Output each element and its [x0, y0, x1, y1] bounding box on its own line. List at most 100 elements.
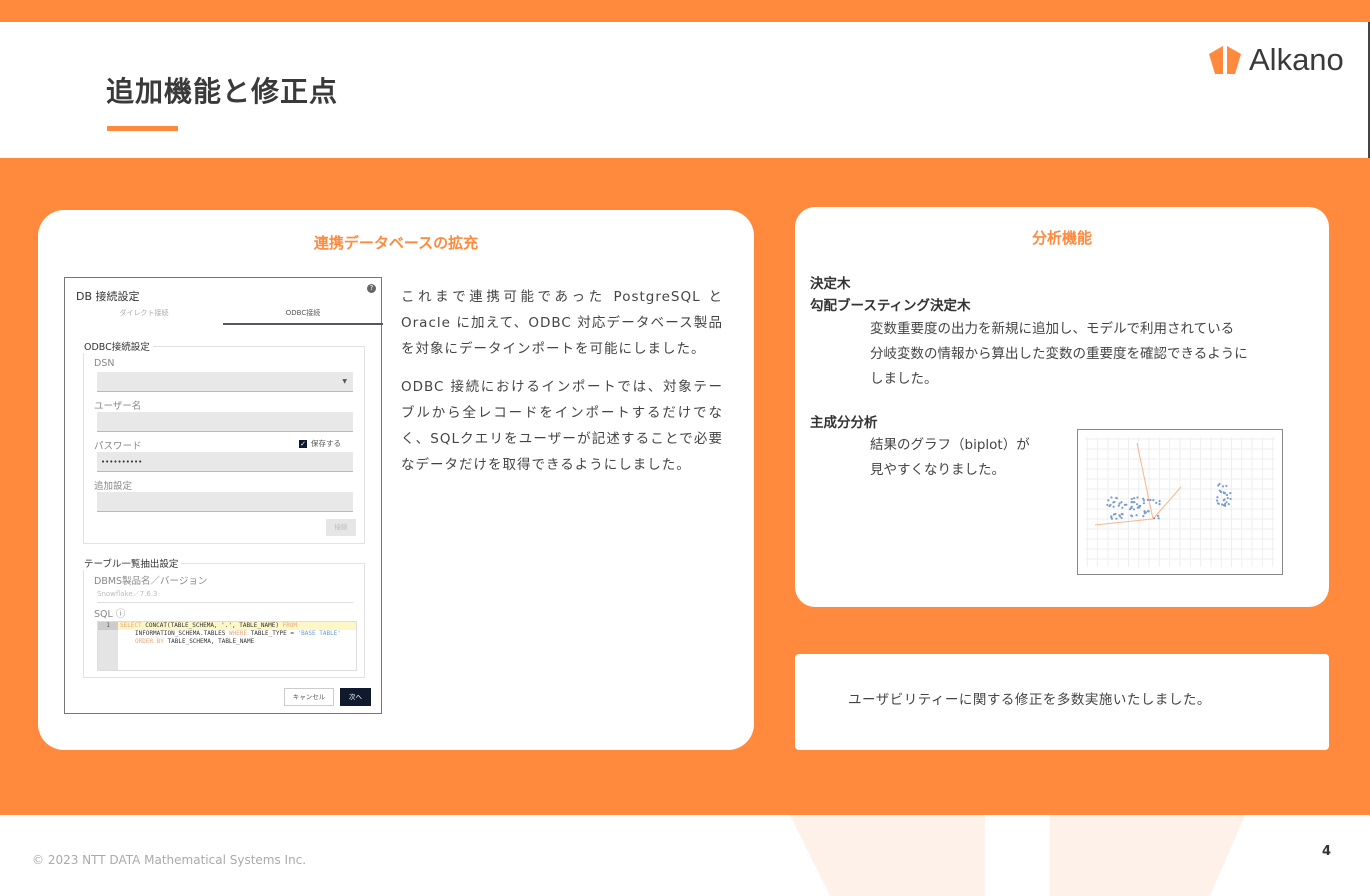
- biplot-point: [1121, 506, 1124, 509]
- biplot-point: [1142, 515, 1145, 518]
- sql-line-2: INFORMATION_SCHEMA.TABLES WHERE TABLE_TY…: [135, 630, 341, 637]
- biplot-point: [1218, 489, 1221, 492]
- username-input[interactable]: [97, 412, 353, 432]
- dialog-title: DB 接続設定: [76, 290, 140, 303]
- biplot-point: [1225, 484, 1228, 487]
- biplot-point: [1115, 496, 1118, 499]
- dsn-select[interactable]: ▼: [97, 372, 353, 392]
- database-card: 連携データベースの拡充 DB 接続設定 ? ダイレクト接続 ODBC接続 ODB…: [38, 210, 754, 750]
- biplot-point: [1130, 497, 1133, 501]
- biplot-point: [1130, 515, 1134, 518]
- title-underline: [107, 126, 178, 131]
- biplot-point: [1130, 505, 1133, 508]
- usability-card: ユーザビリティーに関する修正を多数実施いたしました。: [795, 654, 1329, 750]
- sql-line-3: ORDER BY TABLE_SCHEMA, TABLE_NAME: [135, 638, 255, 645]
- next-button[interactable]: 次へ: [340, 688, 371, 706]
- biplot-point: [1135, 514, 1138, 517]
- biplot-point: [1156, 514, 1160, 518]
- biplot-point: [1227, 503, 1230, 506]
- save-label: 保存する: [311, 439, 341, 448]
- biplot-point: [1110, 517, 1114, 520]
- biplot-point: [1225, 493, 1229, 497]
- analysis-card: 分析機能 決定木 勾配ブースティング決定木 変数重要度の出力を新規に追加し、モデ…: [795, 207, 1329, 607]
- footer: © 2023 NTT DATA Mathematical Systems Inc…: [0, 815, 1370, 896]
- chevron-down-icon: ▼: [342, 378, 347, 385]
- biplot-point: [1110, 496, 1113, 499]
- biplot-point: [1217, 502, 1220, 505]
- biplot-point: [1117, 504, 1120, 507]
- biplot-point: [1224, 504, 1227, 507]
- biplot-point: [1221, 485, 1225, 488]
- biplot-point: [1123, 503, 1126, 506]
- info-icon: ⓘ: [115, 609, 126, 620]
- extra-settings-label: 追加設定: [94, 481, 133, 492]
- connect-button[interactable]: 接続: [326, 519, 356, 536]
- biplot-point: [1118, 502, 1121, 505]
- tab-direct[interactable]: ダイレクト接続: [65, 308, 223, 318]
- biplot-point: [1107, 499, 1110, 502]
- card-title: 分析機能: [1031, 229, 1092, 247]
- table-section-label: テーブル一覧抽出設定: [81, 556, 182, 570]
- biplot-point: [1144, 511, 1147, 514]
- biplot-point: [1112, 505, 1115, 508]
- slide-header: 追加機能と修正点 Alkano: [0, 22, 1370, 158]
- biplot-point: [1106, 503, 1109, 507]
- biplot-point: [1118, 514, 1121, 517]
- top-band: [0, 0, 1370, 22]
- biplot-point: [1142, 499, 1146, 502]
- dbms-value: Snowflake／7.6.3: [97, 589, 353, 603]
- tab-odbc[interactable]: ODBC接続: [223, 308, 383, 325]
- biplot-point: [1113, 500, 1116, 504]
- biplot-point: [1225, 501, 1228, 504]
- biplot-point: [1223, 492, 1227, 495]
- biplot-point: [1132, 508, 1136, 511]
- dbms-label: DBMS製品名／バージョン: [94, 576, 208, 587]
- biplot-point: [1149, 498, 1152, 502]
- biplot-point: [1138, 506, 1141, 509]
- biplot-point: [1135, 503, 1139, 506]
- biplot-point: [1223, 498, 1226, 501]
- pca-heading: 主成分分析: [810, 415, 878, 431]
- db-connection-dialog: DB 接続設定 ? ダイレクト接続 ODBC接続 ODBC接続設定 DSN ▼ …: [64, 277, 383, 714]
- biplot-point: [1216, 499, 1219, 502]
- password-label: パスワード: [94, 441, 142, 452]
- decision-tree-heading: 決定木: [810, 276, 851, 292]
- biplot-point: [1131, 501, 1134, 504]
- help-icon[interactable]: ?: [367, 284, 376, 293]
- biplot-point: [1226, 496, 1229, 500]
- biplot-point: [1153, 517, 1156, 520]
- biplot-point: [1157, 517, 1160, 520]
- biplot-point: [1158, 503, 1161, 506]
- save-checkbox[interactable]: ✓ 保存する: [299, 438, 341, 449]
- extra-settings-input[interactable]: [97, 492, 353, 512]
- description-1: これまで連携可能であった PostgreSQL と Oracle に加えて、OD…: [401, 289, 723, 357]
- biplot-point: [1120, 516, 1123, 520]
- biplot-point: [1217, 484, 1220, 487]
- biplot-point: [1158, 500, 1161, 503]
- card-title: 連携データベースの拡充: [313, 234, 479, 252]
- odbc-section-label: ODBC接続設定: [81, 339, 153, 353]
- biplot-point: [1109, 503, 1112, 506]
- biplot-point: [1146, 498, 1149, 502]
- gbdt-text: 変数重要度の出力を新規に追加し、モデルで利用されている 分岐変数の情報から算出した…: [870, 321, 1248, 387]
- copyright: © 2023 NTT DATA Mathematical Systems Inc…: [32, 853, 307, 867]
- biplot-point: [1147, 509, 1150, 513]
- biplot-image: [1077, 429, 1283, 575]
- usability-text: ユーザビリティーに関する修正を多数実施いたしました。: [848, 692, 1211, 708]
- alkano-logo: Alkano: [1207, 42, 1344, 78]
- pca-text: 結果のグラフ（biplot）が 見やすくなりました。: [870, 437, 1030, 478]
- biplot-point: [1133, 497, 1136, 500]
- biplot-point: [1136, 496, 1139, 499]
- biplot-point: [1229, 492, 1232, 495]
- cancel-button[interactable]: キャンセル: [284, 688, 334, 706]
- sql-editor[interactable]: 1 SELECT CONCAT(TABLE_SCHEMA, '.', TABLE…: [97, 621, 357, 671]
- logo-icon: [1209, 46, 1241, 74]
- biplot-point: [1120, 501, 1123, 504]
- page-title: 追加機能と修正点: [106, 75, 339, 108]
- sql-label: SQL ⓘ: [94, 606, 125, 620]
- biplot-point: [1120, 512, 1123, 515]
- password-input[interactable]: ••••••••••: [97, 452, 353, 472]
- sql-label-text: SQL: [94, 609, 113, 620]
- logo-text: Alkano: [1249, 42, 1344, 77]
- biplot-point: [1112, 513, 1115, 516]
